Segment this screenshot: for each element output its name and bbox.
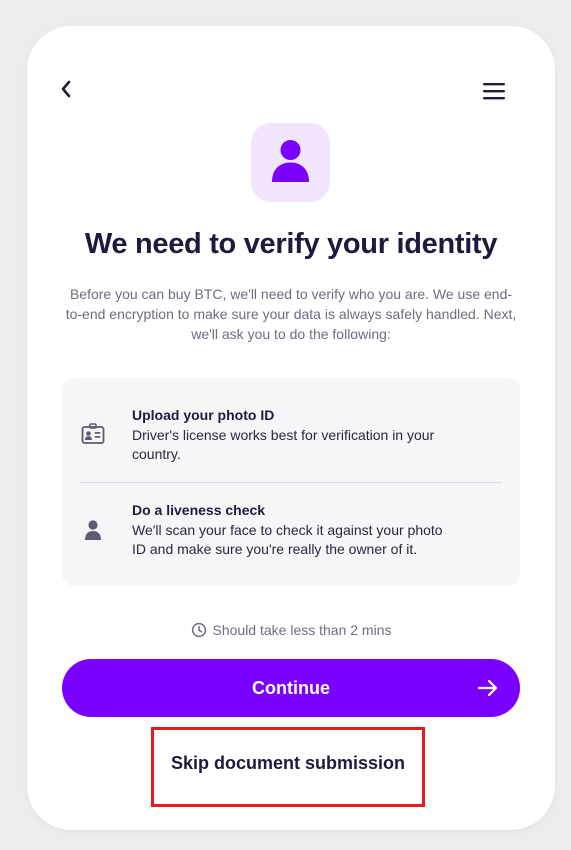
- menu-button[interactable]: [481, 80, 507, 102]
- hamburger-menu-icon: [483, 83, 505, 100]
- step-description: We'll scan your face to check it against…: [132, 522, 443, 557]
- page-title: We need to verify your identity: [84, 228, 498, 260]
- verification-card: We need to verify your identity Before y…: [27, 26, 555, 830]
- arrow-right-icon: [477, 679, 498, 697]
- hero-icon-tile: [251, 123, 330, 202]
- user-icon: [272, 140, 309, 182]
- continue-button[interactable]: Continue: [62, 659, 520, 717]
- intro-text: Before you can buy BTC, we'll need to ve…: [65, 286, 517, 342]
- continue-button-label: Continue: [252, 678, 330, 698]
- person-icon: [80, 517, 106, 543]
- step-title: Do a liveness check: [132, 502, 266, 518]
- back-button[interactable]: [54, 76, 78, 102]
- step-title: Upload your photo ID: [132, 407, 275, 423]
- id-card-icon: [80, 421, 106, 447]
- steps-list: Upload your photo ID Driver's license wo…: [62, 378, 520, 586]
- step-description: Driver's license works best for verifica…: [132, 427, 435, 462]
- divider: [80, 482, 502, 483]
- clock-icon: [191, 622, 206, 638]
- chevron-left-icon: [61, 80, 71, 98]
- time-estimate-text: Should take less than 2 mins: [212, 622, 392, 638]
- time-estimate: Should take less than 2 mins: [27, 620, 555, 640]
- skip-document-submission-button[interactable]: Skip document submission: [151, 727, 425, 807]
